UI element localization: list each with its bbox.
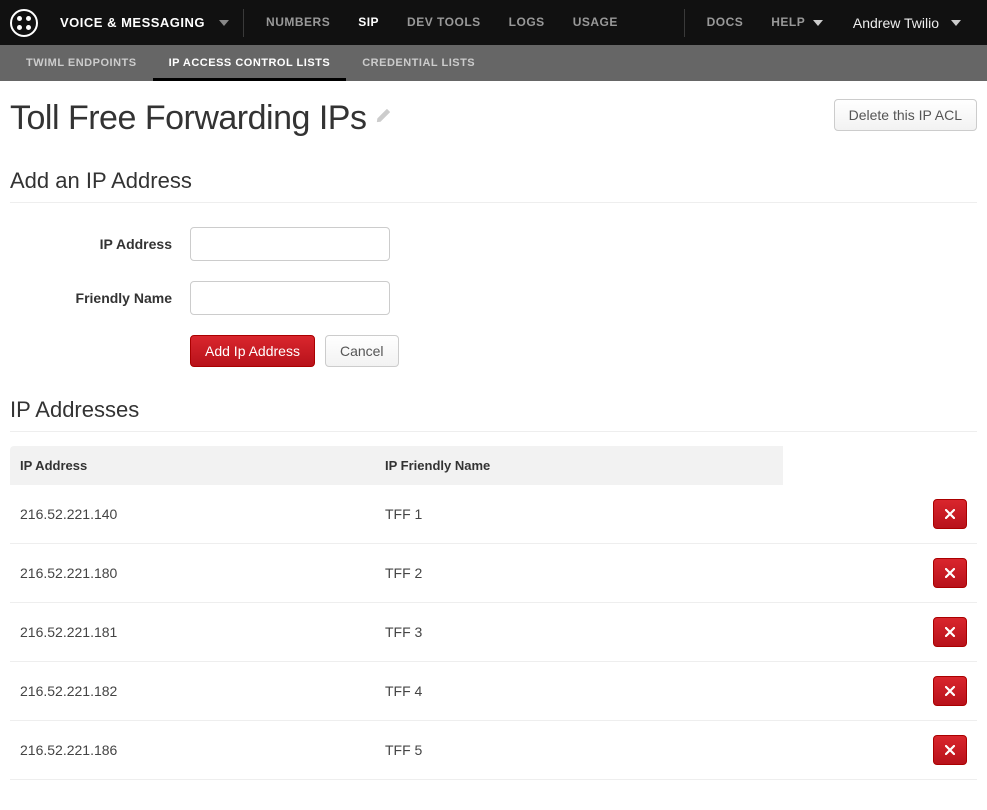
table-row: 216.52.221.140TFF 1	[10, 485, 977, 544]
delete-row-button[interactable]	[933, 735, 967, 765]
top-nav: VOICE & MESSAGING NUMBERSSIPDEV TOOLSLOG…	[0, 0, 987, 45]
col-header-ip: IP Address	[10, 446, 375, 485]
nav-link-usage[interactable]: USAGE	[559, 0, 632, 45]
ip-addresses-heading: IP Addresses	[10, 397, 977, 432]
cell-ip: 216.52.221.181	[10, 603, 375, 662]
tab-ip-access-control-lists[interactable]: IP ACCESS CONTROL LISTS	[153, 45, 347, 81]
cell-ip: 216.52.221.186	[10, 721, 375, 780]
friendly-name-input[interactable]	[190, 281, 390, 315]
cell-ip: 216.52.221.140	[10, 485, 375, 544]
col-header-name: IP Friendly Name	[375, 446, 783, 485]
page-title: Toll Free Forwarding IPs	[10, 99, 390, 138]
nav-docs[interactable]: DOCS	[693, 0, 758, 45]
nav-user-name: Andrew Twilio	[853, 15, 939, 31]
chevron-down-icon[interactable]	[219, 20, 229, 26]
cell-friendly-name: TFF 2	[375, 544, 783, 603]
cell-friendly-name: TFF 4	[375, 662, 783, 721]
delete-row-button[interactable]	[933, 617, 967, 647]
ip-address-table: IP Address IP Friendly Name 216.52.221.1…	[10, 446, 977, 780]
nav-help[interactable]: HELP	[757, 0, 843, 45]
close-icon	[945, 745, 955, 755]
nav-links: NUMBERSSIPDEV TOOLSLOGSUSAGE	[252, 0, 632, 45]
cell-friendly-name: TFF 3	[375, 603, 783, 662]
chevron-down-icon	[951, 20, 961, 26]
delete-row-button[interactable]	[933, 499, 967, 529]
logo-icon[interactable]	[10, 9, 38, 37]
table-row: 216.52.221.182TFF 4	[10, 662, 977, 721]
tab-credential-lists[interactable]: CREDENTIAL LISTS	[346, 45, 491, 81]
add-ip-address-button[interactable]: Add Ip Address	[190, 335, 315, 367]
cell-ip: 216.52.221.182	[10, 662, 375, 721]
add-ip-heading: Add an IP Address	[10, 168, 977, 203]
cell-ip: 216.52.221.180	[10, 544, 375, 603]
chevron-down-icon	[813, 20, 823, 26]
table-row: 216.52.221.186TFF 5	[10, 721, 977, 780]
close-icon	[945, 627, 955, 637]
nav-link-logs[interactable]: LOGS	[495, 0, 559, 45]
close-icon	[945, 509, 955, 519]
nav-link-dev-tools[interactable]: DEV TOOLS	[393, 0, 495, 45]
ip-address-input[interactable]	[190, 227, 390, 261]
page-title-text: Toll Free Forwarding IPs	[10, 99, 366, 138]
nav-product-section[interactable]: VOICE & MESSAGING	[52, 15, 213, 30]
table-row: 216.52.221.180TFF 2	[10, 544, 977, 603]
close-icon	[945, 568, 955, 578]
tab-twiml-endpoints[interactable]: TWIML ENDPOINTS	[10, 45, 153, 81]
pencil-icon[interactable]	[376, 109, 390, 128]
page-content: Toll Free Forwarding IPs Delete this IP …	[0, 81, 987, 810]
cell-friendly-name: TFF 1	[375, 485, 783, 544]
sub-nav: TWIML ENDPOINTSIP ACCESS CONTROL LISTSCR…	[0, 45, 987, 81]
nav-help-label: HELP	[771, 15, 805, 29]
nav-user-menu[interactable]: Andrew Twilio	[843, 15, 977, 31]
nav-link-sip[interactable]: SIP	[344, 0, 393, 45]
ip-address-label: IP Address	[10, 236, 190, 252]
table-row: 216.52.221.181TFF 3	[10, 603, 977, 662]
cancel-button[interactable]: Cancel	[325, 335, 399, 367]
nav-link-numbers[interactable]: NUMBERS	[252, 0, 344, 45]
close-icon	[945, 686, 955, 696]
ip-address-tbody: 216.52.221.140TFF 1216.52.221.180TFF 221…	[10, 485, 977, 780]
delete-row-button[interactable]	[933, 676, 967, 706]
cell-friendly-name: TFF 5	[375, 721, 783, 780]
friendly-name-label: Friendly Name	[10, 290, 190, 306]
add-ip-form: IP Address Friendly Name Add Ip Address …	[10, 227, 977, 367]
delete-row-button[interactable]	[933, 558, 967, 588]
delete-ip-acl-button[interactable]: Delete this IP ACL	[834, 99, 977, 131]
